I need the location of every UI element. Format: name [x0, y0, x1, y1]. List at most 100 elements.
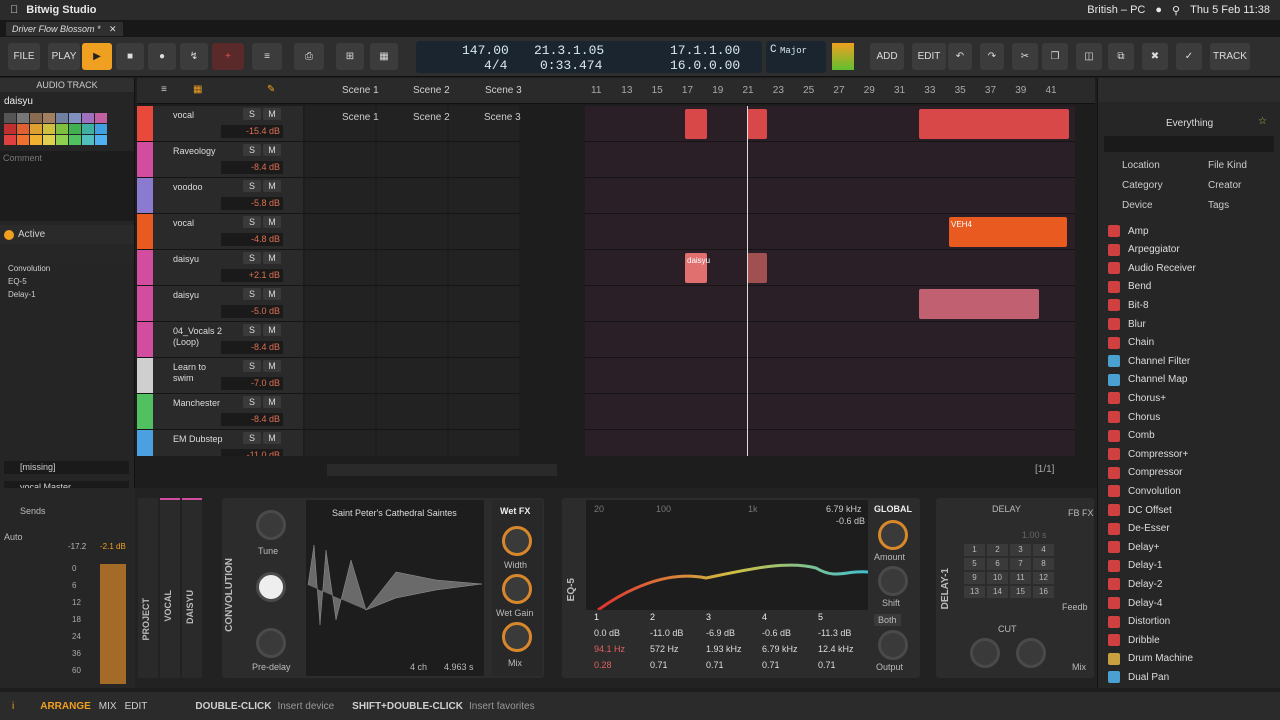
track-volume[interactable]: -8.4 dB: [221, 413, 283, 426]
output-knob[interactable]: [878, 630, 908, 660]
eq-band-freq[interactable]: 1.93 kHz: [706, 644, 742, 654]
track-name[interactable]: Raveology: [173, 146, 229, 157]
browser-item[interactable]: Amp: [1108, 222, 1273, 240]
active-toggle-icon[interactable]: [4, 229, 14, 240]
mute-button[interactable]: M: [263, 396, 281, 408]
amount-knob[interactable]: [878, 520, 908, 550]
play-icon[interactable]: ▶: [82, 43, 112, 70]
browser-item[interactable]: De-Esser: [1108, 520, 1273, 538]
app-name[interactable]: Bitwig Studio: [26, 4, 96, 16]
scene-slot-label[interactable]: Scene 3: [484, 112, 521, 123]
volume-fader[interactable]: [100, 564, 126, 684]
edit-mode-icon[interactable]: ✎: [267, 84, 275, 95]
track-header[interactable]: Raveology S M -8.4 dB: [137, 142, 303, 178]
add-panel-icon[interactable]: ⊞: [336, 43, 364, 70]
browser-search-input[interactable]: [1104, 136, 1274, 152]
eq-band-gain[interactable]: -0.6 dB: [762, 628, 791, 638]
eq-band-band[interactable]: 1: [594, 612, 599, 622]
track-list-icon[interactable]: ≡: [161, 84, 167, 95]
browser-filter[interactable]: Tags: [1208, 200, 1229, 211]
clip-slot[interactable]: [305, 286, 375, 322]
track-volume[interactable]: +2.1 dB: [221, 269, 283, 282]
mute-button[interactable]: M: [263, 216, 281, 228]
browser-item[interactable]: Channel Map: [1108, 371, 1273, 389]
track-volume[interactable]: -5.0 dB: [221, 305, 283, 318]
browser-item[interactable]: Dribble: [1108, 631, 1273, 649]
browser-item[interactable]: Chorus: [1108, 408, 1273, 426]
audio-clip[interactable]: [747, 253, 767, 283]
close-icon[interactable]: ✕: [109, 24, 117, 34]
track-color[interactable]: [137, 394, 153, 429]
track-header[interactable]: daisyu S M +2.1 dB: [137, 250, 303, 286]
track-button[interactable]: TRACK: [1210, 43, 1250, 70]
record-icon[interactable]: ●: [148, 43, 176, 70]
eq-band-q[interactable]: 0.71: [762, 660, 780, 670]
clip-slot[interactable]: [305, 394, 375, 430]
eq-band-freq[interactable]: 12.4 kHz: [818, 644, 854, 654]
track-name[interactable]: EM Dubstep: [173, 434, 229, 445]
shift-knob[interactable]: [878, 566, 908, 596]
horizontal-scrollbar[interactable]: [327, 464, 557, 476]
clip-slot[interactable]: [449, 430, 519, 456]
eq-band-q[interactable]: 0.71: [818, 660, 836, 670]
input-select[interactable]: [missing]: [4, 461, 129, 474]
eq-band-band[interactable]: 3: [706, 612, 711, 622]
eq-graph[interactable]: 20 100 1k 6.79 kHz -0.6 dB: [586, 500, 868, 610]
eq-band-q[interactable]: 0.71: [650, 660, 668, 670]
track-header[interactable]: Manchester S M -8.4 dB: [137, 394, 303, 430]
clip-slot[interactable]: [449, 358, 519, 394]
width-knob[interactable]: [502, 526, 532, 556]
browser-filter[interactable]: Device: [1122, 200, 1153, 211]
wifi-icon[interactable]: ●: [1155, 4, 1162, 16]
browser-item[interactable]: Drum Machine: [1108, 650, 1273, 668]
arrange-view-button[interactable]: ARRANGE: [40, 701, 91, 712]
tune-knob[interactable]: [256, 510, 286, 540]
fb-fx-label[interactable]: FB FX: [1068, 508, 1094, 518]
favorite-star-icon[interactable]: ☆: [1258, 116, 1267, 127]
arrange-lane[interactable]: [585, 394, 1075, 430]
beat-position[interactable]: 21.3.1.05: [534, 43, 604, 58]
eq-band-q[interactable]: 0.28: [594, 660, 612, 670]
browser-item[interactable]: Delay-1: [1108, 557, 1273, 575]
delay-time[interactable]: 1.00 s: [1022, 530, 1047, 540]
paste-icon[interactable]: ◫: [1076, 43, 1102, 70]
eq-band-gain[interactable]: -11.0 dB: [650, 628, 683, 638]
track-header[interactable]: vocal S M -15.4 dB: [137, 106, 303, 142]
duplicate-icon[interactable]: ⧉: [1108, 43, 1134, 70]
search-icon[interactable]: ⚲: [1172, 4, 1180, 17]
track-volume[interactable]: -8.4 dB: [221, 161, 283, 174]
check-icon[interactable]: ✓: [1176, 43, 1202, 70]
browser-item[interactable]: Dual Pan: [1108, 668, 1273, 686]
scene-slot-label[interactable]: Scene 1: [342, 112, 379, 123]
delay-grid-cell[interactable]: 13: [964, 586, 985, 598]
undo-icon[interactable]: ↶: [948, 43, 972, 70]
delay-grid-cell[interactable]: 12: [1033, 572, 1054, 584]
browser-filter[interactable]: Creator: [1208, 180, 1241, 191]
browser-item[interactable]: Compressor+: [1108, 445, 1273, 463]
track-volume[interactable]: -11.0 dB: [221, 449, 283, 456]
track-name[interactable]: daisyu: [173, 254, 229, 265]
delay-grid-cell[interactable]: 7: [1010, 558, 1031, 570]
edit-button[interactable]: EDIT: [912, 43, 946, 70]
browser-item[interactable]: Delay-4: [1108, 594, 1273, 612]
track-header[interactable]: voodoo S M -5.8 dB: [137, 178, 303, 214]
delay-grid-cell[interactable]: 1: [964, 544, 985, 556]
info-icon[interactable]: i: [12, 701, 14, 712]
eq-band-freq[interactable]: 94.1 Hz: [594, 644, 625, 654]
solo-button[interactable]: S: [243, 396, 261, 408]
delay-grid-cell[interactable]: 16: [1033, 586, 1054, 598]
clip-slot[interactable]: [449, 286, 519, 322]
clip-slot[interactable]: [377, 394, 447, 430]
browser-item[interactable]: Chain: [1108, 334, 1273, 352]
eq-band-gain[interactable]: -11.3 dB: [818, 628, 851, 638]
browser-item[interactable]: Comb: [1108, 427, 1273, 445]
track-color[interactable]: [137, 142, 153, 177]
time-signature[interactable]: 4/4: [484, 58, 507, 73]
browser-item[interactable]: Arpeggiator: [1108, 241, 1273, 259]
color-palette[interactable]: [0, 111, 134, 147]
eq-band-freq[interactable]: 6.79 kHz: [762, 644, 798, 654]
inspector-track-name[interactable]: daisyu: [0, 92, 134, 111]
audio-clip[interactable]: [747, 109, 767, 139]
mute-button[interactable]: M: [263, 144, 281, 156]
browser-item[interactable]: Channel Filter: [1108, 352, 1273, 370]
